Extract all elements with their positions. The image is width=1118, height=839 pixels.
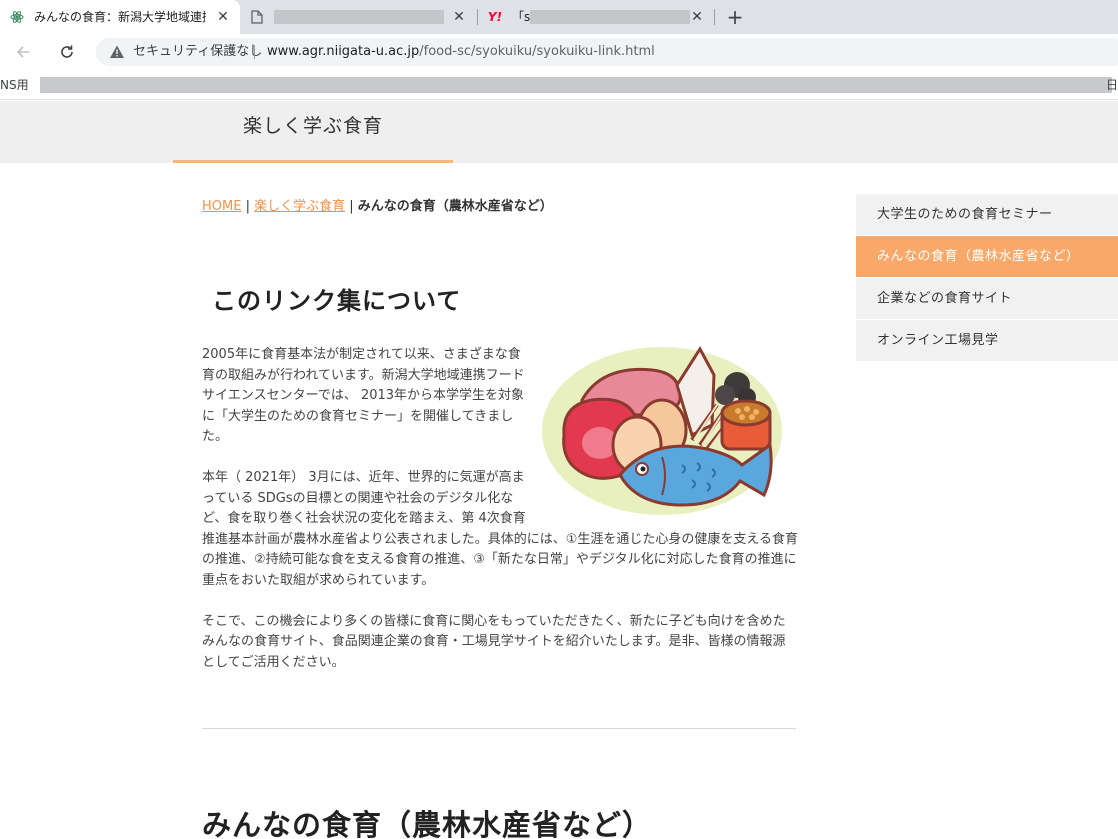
breadcrumb-separator: |: [345, 199, 358, 214]
site-title[interactable]: 楽しく学ぶ食育: [243, 113, 383, 139]
intro-text: 2005年に食育基本法が制定されて以来、さまざまな食育の取組みが行われています。…: [202, 345, 798, 694]
header-active-underline: [173, 160, 453, 163]
yahoo-favicon-icon: Y!: [487, 10, 503, 24]
url-text: www.agr.niigata-u.ac.jp/food-sc/syokuiku…: [267, 44, 655, 60]
tab-title-redacted: [274, 10, 444, 24]
tab-separator: [714, 9, 715, 25]
section-heading-minna-no-shokuiku: みんなの食育（農林水産省など）: [202, 808, 653, 839]
url-host: www.agr.niigata-u.ac.jp: [267, 44, 420, 59]
bookmarks-redacted: [40, 77, 1112, 93]
address-bar[interactable]: セキュリティ保護なし www.agr.niigata-u.ac.jp/food-…: [96, 38, 1118, 66]
bookmark-item[interactable]: NS用: [0, 77, 29, 93]
browser-tab-3[interactable]: Y! 「sv ✕: [478, 0, 714, 34]
bookmark-item[interactable]: 日: [1106, 77, 1118, 93]
site-header: 楽しく学ぶ食育: [0, 101, 1118, 163]
section-divider: [202, 728, 796, 729]
sidenav-item-corporate-sites[interactable]: 企業などの食育サイト: [856, 278, 1118, 320]
browser-toolbar: セキュリティ保護なし www.agr.niigata-u.ac.jp/food-…: [0, 34, 1118, 70]
sidenav-item-minna-no-shokuiku[interactable]: みんなの食育（農林水産省など）: [856, 236, 1118, 278]
breadcrumb-current: みんなの食育（農林水産省など）: [357, 199, 553, 214]
bookmarks-bar: NS用 日: [0, 70, 1118, 100]
browser-tabstrip: みんなの食育：新潟大学地域連携 ✕ ✕ Y! 「sv ✕ +: [0, 0, 1118, 34]
new-tab-icon[interactable]: +: [722, 4, 748, 30]
url-path: /food-sc/syokuiku/syokuiku-link.html: [419, 44, 655, 59]
browser-tab-2[interactable]: ✕: [240, 0, 476, 34]
breadcrumb-parent-link[interactable]: 楽しく学ぶ食育: [254, 199, 345, 214]
omnibox-divider: [254, 45, 255, 59]
sidenav-item-online-factory-tour[interactable]: オンライン工場見学: [856, 320, 1118, 362]
site-favicon-icon: [9, 9, 25, 25]
security-status-label: セキュリティ保護なし: [133, 44, 263, 59]
sidenav-item-seminar[interactable]: 大学生のための食育セミナー: [856, 194, 1118, 236]
not-secure-warning-icon[interactable]: [109, 44, 125, 60]
tab-close-icon[interactable]: ✕: [450, 8, 468, 26]
tab-title: 「sv: [512, 10, 532, 24]
reload-icon[interactable]: [54, 39, 80, 65]
intro-paragraph: そこで、この機会により多くの皆様に食育に関心をもっていただきたく、新たに子ども向…: [202, 613, 786, 670]
tab-close-icon[interactable]: ✕: [688, 8, 706, 26]
back-arrow-icon[interactable]: [10, 39, 36, 65]
tab-title-redacted: [530, 10, 690, 24]
section-heading: このリンク集について: [212, 287, 462, 315]
food-illustration: [542, 346, 782, 515]
tab-title: みんなの食育：新潟大学地域連携: [34, 10, 206, 24]
document-icon: [249, 9, 265, 25]
breadcrumb-home-link[interactable]: HOME: [202, 199, 241, 214]
side-navigation: 大学生のための食育セミナー みんなの食育（農林水産省など） 企業などの食育サイト…: [856, 194, 1118, 362]
breadcrumb: HOME | 楽しく学ぶ食育 | みんなの食育（農林水産省など）: [202, 198, 553, 216]
breadcrumb-separator: |: [241, 199, 255, 214]
tab-close-icon[interactable]: ✕: [214, 8, 232, 26]
browser-tab-active[interactable]: みんなの食育：新潟大学地域連携 ✕: [0, 0, 240, 34]
